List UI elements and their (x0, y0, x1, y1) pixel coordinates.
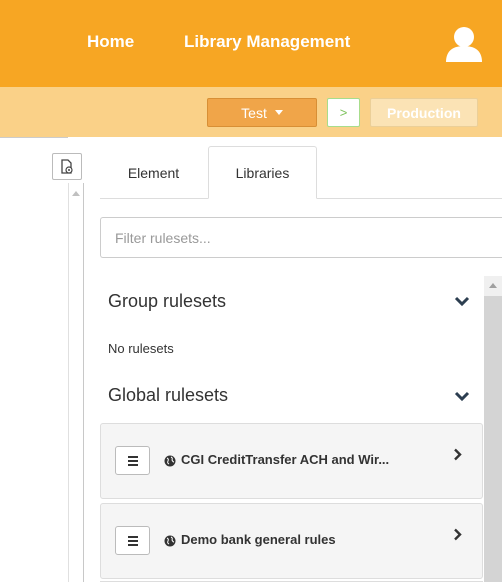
user-icon[interactable] (444, 26, 484, 62)
global-rulesets-heading[interactable]: Global rulesets (108, 385, 228, 406)
chevron-down-icon[interactable] (454, 391, 470, 403)
left-scrollbar[interactable] (68, 183, 84, 582)
hamburger-line (127, 539, 138, 542)
globe-icon (164, 455, 176, 467)
ruleset-label[interactable]: Demo bank general rules (181, 532, 336, 547)
ruleset-menu-button[interactable] (115, 526, 150, 555)
hamburger-line (127, 535, 138, 538)
nav-home-link[interactable]: Home (87, 32, 134, 52)
globe-icon (164, 535, 176, 547)
panel-gap (84, 137, 100, 582)
top-navbar: Home Library Management (0, 0, 502, 87)
document-settings-button[interactable] (52, 153, 82, 180)
right-scrollbar[interactable] (484, 276, 502, 582)
scroll-up-arrow-icon[interactable] (489, 283, 497, 288)
tab-libraries[interactable]: Libraries (208, 146, 317, 199)
hamburger-line (127, 463, 138, 466)
production-button[interactable]: Production (370, 98, 478, 127)
test-environment-dropdown[interactable]: Test (207, 98, 317, 127)
group-rulesets-heading[interactable]: Group rulesets (108, 291, 226, 312)
test-environment-label: Test (241, 104, 267, 121)
tab-element[interactable]: Element (100, 146, 207, 199)
caret-down-icon (274, 110, 283, 115)
chevron-right-icon[interactable] (453, 528, 462, 541)
ruleset-card[interactable]: Demo bank general rules (100, 503, 483, 579)
filter-rulesets-input[interactable] (100, 217, 502, 258)
hamburger-line (127, 543, 138, 546)
ruleset-card[interactable]: CGI CreditTransfer ACH and Wir... (100, 423, 483, 499)
chevron-down-icon[interactable] (454, 296, 470, 308)
chevron-right-icon[interactable] (453, 448, 462, 461)
left-panel (0, 137, 68, 582)
document-gear-icon (61, 158, 73, 174)
environment-bar: Test > Production (0, 87, 502, 137)
ruleset-label[interactable]: CGI CreditTransfer ACH and Wir... (181, 452, 389, 467)
hamburger-line (127, 459, 138, 462)
nav-library-management-link[interactable]: Library Management (184, 32, 350, 52)
scroll-up-arrow-icon[interactable] (72, 191, 80, 196)
ruleset-menu-button[interactable] (115, 446, 150, 475)
promote-button[interactable]: > (327, 98, 360, 127)
hamburger-line (127, 455, 138, 458)
no-rulesets-text: No rulesets (108, 341, 174, 356)
